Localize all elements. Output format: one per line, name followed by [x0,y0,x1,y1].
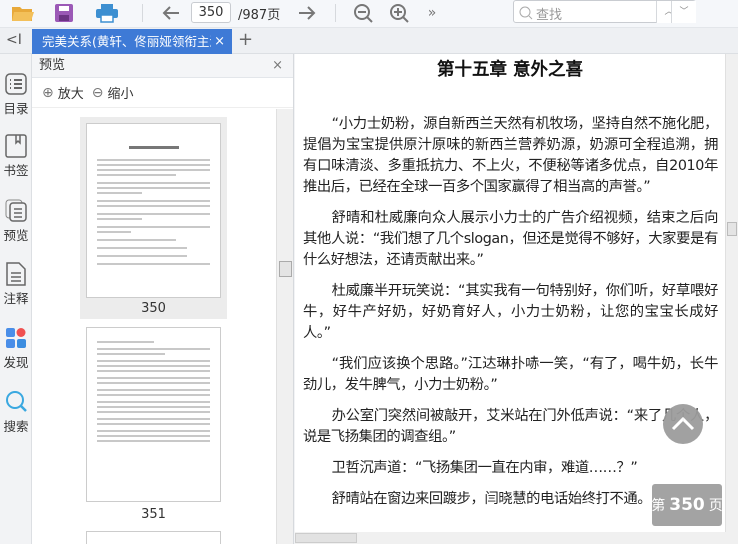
badge-prefix: 第 [651,498,666,514]
page-number-label: 350 [141,301,166,316]
search-icon [6,391,27,412]
page-thumbnail[interactable]: 351 [80,327,227,527]
page-thumbnail[interactable]: 350 [80,117,227,319]
sidebar-item-discover[interactable]: 发现 [0,326,32,371]
document-view: 第十五章 意外之喜 “小力士奶粉，源自新西兰天然有机牧场，坚持自然不施化肥，提倡… [295,54,725,532]
sidebar-item-search[interactable]: 搜索 [0,390,32,435]
zoom-in-icon[interactable] [388,2,410,24]
tab-close-button[interactable]: × [211,29,225,54]
divider [142,4,143,22]
preview-zoom-in[interactable]: 放大 [58,83,84,102]
preview-zoom-out[interactable]: 缩小 [107,83,133,102]
divider [335,4,336,22]
sidebar-label: 搜索 [3,419,29,434]
search-next-button[interactable]: ﹀ [671,1,696,23]
horizontal-scrollbar[interactable] [295,532,738,544]
search-icon [519,6,533,20]
page-number-label: 351 [141,507,166,522]
sidebar-label: 发现 [3,355,29,370]
sidebar-label: 预览 [3,228,29,243]
sidebar-label: 注释 [3,291,29,306]
toolbar: 350 /987页 » 查找 ︿ ﹀ [0,0,738,28]
close-preview-button[interactable]: × [272,54,283,77]
tab-label: 完美关系(黄轩、佟丽娅领衔主演 [42,34,222,49]
tab-bar: <I 完美关系(黄轩、佟丽娅领衔主演 × + [0,28,738,54]
zoom-in-icon[interactable]: ⊕ [42,85,54,101]
paragraph: 舒晴和杜威廉向众人展示小力士的广告介绍视频，结束之后向其他人说：“我们想了几个s… [303,210,718,268]
more-tools-button[interactable]: » [424,2,440,24]
chapter-body: “小力士奶粉，源自新西兰天然有机牧场，坚持自然不施化肥，提倡为宝宝提供原汁原味的… [303,114,718,520]
search-box: 查找 ︿ ﹀ [513,0,696,23]
badge-page-number: 350 [669,495,705,515]
note-icon [6,262,26,286]
paragraph: 杜威廉半开玩笑说：“其实我有一句特别好，你们听，好草喂好牛，好牛产好奶，好奶育好… [303,283,718,341]
scrollbar-thumb[interactable] [295,533,357,543]
preview-scrollbar[interactable] [276,109,293,544]
paragraph: “我们应该换个思路。”江达琳扑哧一笑，“有了，喝牛奶，长牛劲儿，发牛脾气，小力士… [303,356,718,393]
scroll-to-top-button[interactable] [663,404,703,444]
prev-page-icon[interactable] [160,2,182,24]
search-input[interactable]: 查找 [536,4,562,23]
sidebar-item-bookmarks[interactable]: 书签 [0,134,32,179]
paragraph: “小力士奶粉，源自新西兰天然有机牧场，坚持自然不施化肥，提倡为宝宝提供原汁原味的… [303,116,718,195]
total-pages: /987页 [238,8,281,23]
page-number-input[interactable]: 350 [191,2,231,23]
collapse-sidebar-button[interactable]: <I [6,32,22,48]
open-folder-icon[interactable] [10,2,36,24]
document-scrollbar[interactable] [725,54,738,532]
list-icon [5,73,27,95]
tab-document[interactable]: 完美关系(黄轩、佟丽娅领衔主演 × [32,29,232,54]
sidebar-item-annotations[interactable]: 注释 [0,262,32,307]
bookmark-icon [5,134,27,158]
apps-icon [6,328,26,348]
chapter-title: 第十五章 意外之喜 [436,60,584,80]
sidebar-item-toc[interactable]: 目录 [0,72,32,117]
preview-title: 预览 [39,58,66,73]
new-tab-button[interactable]: + [238,29,253,50]
zoom-out-icon[interactable] [352,2,374,24]
page-thumbnail[interactable] [80,531,227,544]
badge-suffix: 页 [708,498,723,514]
scrollbar-thumb[interactable] [727,222,737,236]
sidebar-label: 目录 [3,101,29,116]
sidebar-item-preview[interactable]: 预览 [0,199,32,244]
scrollbar-thumb[interactable] [279,261,292,277]
current-page-badge: 第 350 页 [651,484,723,526]
next-page-icon[interactable] [296,2,318,24]
sidebar-label: 书签 [3,163,29,178]
preview-panel: 预览 × ⊕ 放大 ⊖ 缩小 350 351 [32,54,294,544]
paragraph: 办公室门突然间被敲开，艾米站在门外低声说：“来了几个人，说是飞扬集团的调查组。” [303,408,718,445]
print-icon[interactable] [94,2,120,24]
pages-icon [5,199,27,222]
zoom-out-icon[interactable]: ⊖ [92,85,104,101]
chevron-up-icon [671,416,695,431]
paragraph: 卫哲沉声道：“飞扬集团一直在内审，难道……？” [331,460,638,476]
save-icon[interactable] [52,2,76,24]
left-sidebar: 目录 书签 预览 注释 发现 搜索 [0,54,32,544]
